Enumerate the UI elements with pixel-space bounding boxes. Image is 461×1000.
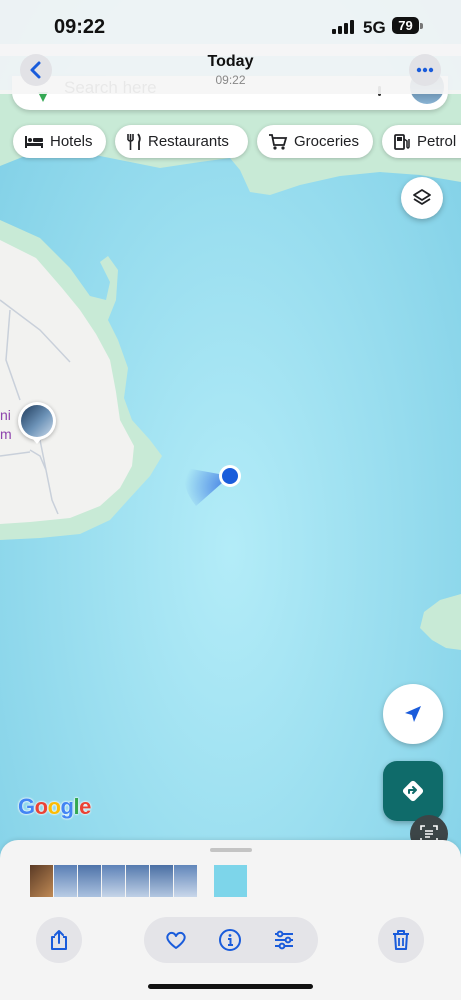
share-button[interactable] [36,917,82,963]
chip-label: Restaurants [148,133,229,150]
page-title: Today [207,53,254,70]
photo-thumbnail[interactable] [150,865,173,897]
share-icon [51,930,67,950]
current-location-core [222,468,238,484]
google-logo-text: Google [18,794,91,819]
photo-thumbnail[interactable] [54,865,77,897]
my-location-button[interactable] [383,684,443,744]
more-button[interactable] [409,54,441,86]
navigation-arrow-icon [405,706,421,722]
action-group [144,917,318,963]
network-type: 5G [363,18,386,37]
sliders-icon [275,930,293,950]
fork-knife-icon [127,132,141,150]
layers-icon [413,189,431,205]
photo-header: Today 09:22 [0,44,461,94]
chip-hotels[interactable]: Hotels [13,125,106,158]
photo-thumbnail-selected[interactable] [214,865,247,897]
status-time: 09:22 [54,16,106,38]
directions-button[interactable] [383,761,443,821]
photo-thumbnail-strip[interactable] [30,865,197,897]
ellipsis-icon [416,67,434,73]
favorite-button[interactable] [164,928,188,952]
chip-label: Groceries [294,133,360,150]
chip-groceries[interactable]: Groceries [257,125,373,158]
home-indicator [148,984,313,989]
sheet-handle[interactable] [210,848,252,852]
directions-icon [402,780,424,802]
info-button[interactable] [218,928,242,952]
battery-tip [420,23,423,29]
photo-sheet[interactable] [0,840,461,906]
signal-icon [332,19,354,34]
fuel-icon [394,133,410,150]
page-subtitle: 09:22 [215,73,246,87]
photo-thumbnail[interactable] [126,865,149,897]
photo-thumbnail[interactable] [102,865,125,897]
place-photo-pin[interactable] [18,402,56,444]
google-attribution: Google [18,794,91,820]
photo-thumbnail[interactable] [174,865,197,897]
delete-button[interactable] [378,917,424,963]
bed-icon [25,135,43,148]
battery-icon: 79 [392,17,419,34]
chip-label: Hotels [50,133,93,150]
photo-thumbnail[interactable] [78,865,101,897]
place-label-line1: ni [0,407,11,423]
chip-petrol[interactable]: Petrol [382,125,461,158]
cart-icon [269,133,288,150]
heart-icon [166,931,186,949]
info-icon [219,929,241,951]
layers-button[interactable] [401,177,443,219]
adjust-button[interactable] [272,928,296,952]
place-label-line2: m [0,426,12,442]
photo-thumbnail[interactable] [30,865,53,897]
chip-label: Petrol [417,133,457,150]
trash-icon [393,930,409,950]
chip-restaurants[interactable]: Restaurants [115,125,248,158]
